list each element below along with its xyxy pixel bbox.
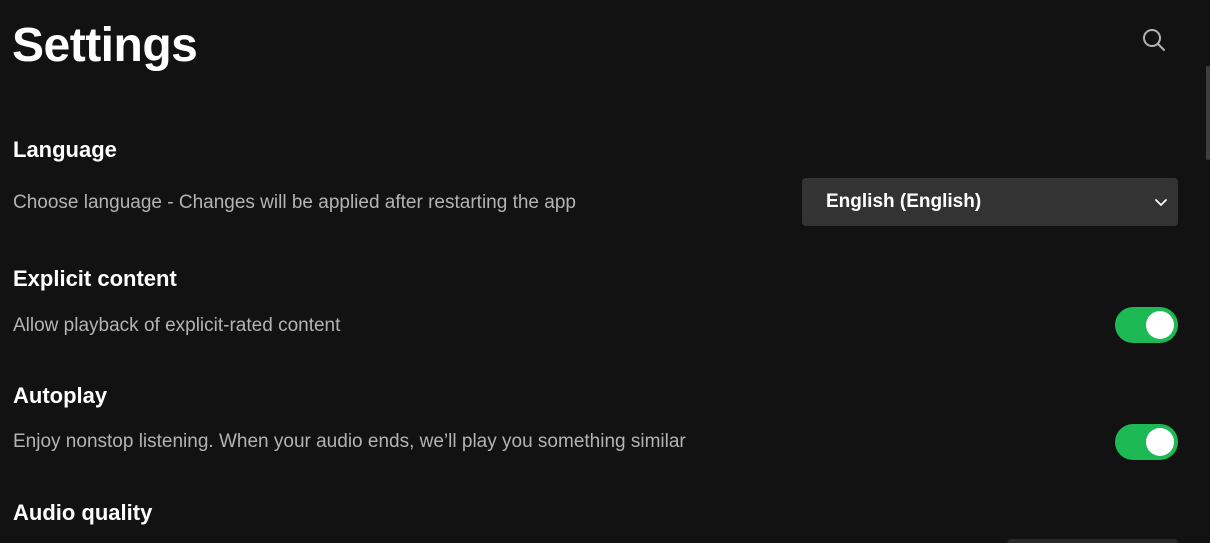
- explicit-content-description: Allow playback of explicit-rated content: [13, 315, 341, 336]
- search-icon: [1143, 29, 1165, 51]
- autoplay-heading: Autoplay: [13, 383, 108, 408]
- explicit-content-heading: Explicit content: [13, 266, 177, 291]
- language-heading: Language: [13, 137, 117, 162]
- language-select[interactable]: English (English): [802, 178, 1178, 226]
- chevron-down-icon: [1155, 199, 1167, 206]
- toggle-knob: [1146, 311, 1174, 339]
- settings-page: Settings Language Choose language - Chan…: [0, 0, 1210, 543]
- autoplay-description: Enjoy nonstop listening. When your audio…: [13, 431, 686, 452]
- audio-quality-heading: Audio quality: [13, 500, 153, 525]
- explicit-content-toggle[interactable]: [1115, 307, 1178, 343]
- page-title: Settings: [12, 19, 198, 72]
- language-selected-value: English (English): [826, 191, 982, 212]
- scrollbar[interactable]: [1206, 66, 1210, 160]
- toggle-knob: [1146, 428, 1174, 456]
- audio-quality-select[interactable]: [1007, 539, 1178, 543]
- language-description: Choose language - Changes will be applie…: [13, 192, 576, 213]
- autoplay-toggle[interactable]: [1115, 424, 1178, 460]
- search-button[interactable]: [1138, 24, 1170, 56]
